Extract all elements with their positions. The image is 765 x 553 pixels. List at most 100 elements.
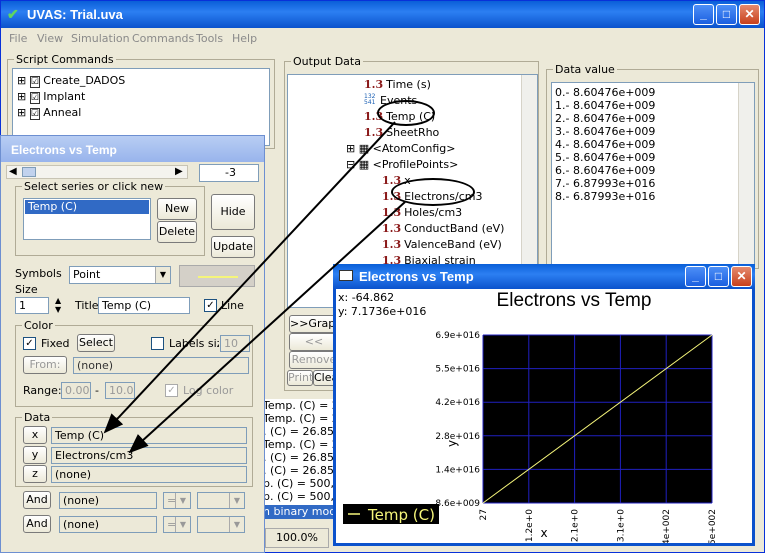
series-item[interactable]: Temp (C) bbox=[25, 200, 149, 214]
data-value-row: 6.- 8.60476e+009 bbox=[555, 164, 656, 177]
line-color-preview[interactable] bbox=[179, 265, 255, 287]
script-item[interactable]: ⊞ ☑ Implant bbox=[17, 90, 86, 104]
x-axis-field[interactable]: Temp (C) bbox=[51, 427, 247, 444]
script-item-label: Implant bbox=[43, 90, 86, 103]
tree-item-conductband[interactable]: 1.3 ConductBand (eV) bbox=[382, 222, 504, 235]
menu-simulation[interactable]: Simulation bbox=[71, 32, 130, 45]
log-line: . (C) = 26.85, E bbox=[263, 451, 339, 464]
size-input[interactable]: 1 bbox=[15, 297, 49, 314]
slider-thumb[interactable] bbox=[22, 167, 36, 177]
log-line: . (C) = 26.85, E bbox=[263, 425, 339, 438]
hide-button[interactable]: Hide bbox=[211, 194, 255, 230]
graph-remove-series-button[interactable]: << Graph bbox=[289, 333, 339, 364]
graph-close-button[interactable]: ✕ bbox=[731, 266, 752, 287]
tree-item-sheetrho[interactable]: 1.3 SheetRho bbox=[364, 126, 439, 139]
fixed-checkbox[interactable]: ✓ bbox=[23, 337, 36, 350]
graph-maximize-button[interactable]: □ bbox=[708, 266, 729, 287]
graph-add-button[interactable]: >>Graph bbox=[289, 315, 342, 333]
x-tick-label: 2.1e+0 bbox=[571, 509, 581, 542]
z-axis-button[interactable]: z bbox=[23, 465, 47, 483]
title-input[interactable]: Temp (C) bbox=[98, 297, 190, 314]
script-item[interactable]: ⊞ ☑ Create_DADOS bbox=[17, 74, 125, 88]
print-button[interactable]: Print bbox=[287, 370, 313, 386]
line-checkbox[interactable]: ✓ bbox=[204, 299, 217, 312]
log-line: p. (C) = 500, Ev bbox=[263, 477, 339, 490]
y-axis-field[interactable]: Electrons/cm3 bbox=[51, 447, 247, 464]
x-axis-label: x bbox=[541, 526, 548, 540]
log-color-checkbox[interactable]: ✓ bbox=[165, 384, 178, 397]
status-zoom: 100.0% bbox=[265, 528, 329, 548]
symbols-select[interactable]: Point ▼ bbox=[69, 266, 171, 284]
menu-commands[interactable]: Commands bbox=[132, 32, 194, 45]
slider-value: -3 bbox=[199, 164, 259, 182]
and-button[interactable]: And bbox=[23, 491, 51, 509]
x-tick-label: 5e+002 bbox=[708, 509, 718, 543]
menu-file[interactable]: File bbox=[9, 32, 27, 45]
numeric-field-icon: 1.3 bbox=[382, 238, 402, 251]
remove-button[interactable]: Remove bbox=[289, 351, 339, 369]
range-max-input[interactable]: 10.0 bbox=[105, 382, 135, 399]
series-slider[interactable]: ◀ ▶ bbox=[6, 165, 188, 179]
and-operator-select[interactable]: = ▼ bbox=[163, 492, 191, 509]
tree-item-atomconfig[interactable]: ⊞ ▦ <AtomConfig> bbox=[346, 142, 455, 155]
and-operator-select[interactable]: = ▼ bbox=[163, 516, 191, 533]
and-field[interactable]: (none) bbox=[59, 492, 157, 509]
chevron-down-icon[interactable]: ▼ bbox=[175, 517, 190, 532]
numeric-field-icon: 1.3 bbox=[382, 206, 402, 219]
menu-view[interactable]: View bbox=[37, 32, 63, 45]
graph-titlebar: Electrons vs Temp _ □ ✕ bbox=[333, 264, 755, 289]
y-axis-button[interactable]: y bbox=[23, 446, 47, 464]
y-axis-label: y bbox=[445, 440, 459, 447]
new-series-button[interactable]: New bbox=[157, 198, 197, 220]
size-spinner-icon[interactable]: ▲ ▼ bbox=[55, 296, 61, 314]
fixed-label: Fixed bbox=[41, 337, 70, 350]
series-list[interactable]: Temp (C) bbox=[23, 198, 151, 240]
table-icon: ▦ bbox=[358, 158, 370, 171]
and-field[interactable]: (none) bbox=[59, 516, 157, 533]
data-value-list: 0.- 8.60476e+009 1.- 8.60476e+009 2.- 8.… bbox=[551, 82, 755, 266]
chevron-left-icon[interactable]: ◀ bbox=[9, 166, 17, 177]
data-value-row: 8.- 6.87993e+016 bbox=[555, 190, 656, 203]
select-color-button[interactable]: Select bbox=[77, 334, 115, 352]
tree-item-valenceband[interactable]: 1.3 ValenceBand (eV) bbox=[382, 238, 502, 251]
maximize-button[interactable]: □ bbox=[716, 4, 737, 25]
data-value-row: 1.- 8.60476e+009 bbox=[555, 99, 656, 112]
from-button[interactable]: From: bbox=[23, 356, 67, 374]
script-item[interactable]: ⊞ ☑ Anneal bbox=[17, 106, 82, 120]
tree-item-label: Time (s) bbox=[386, 78, 431, 91]
chevron-down-icon[interactable]: ▼ bbox=[155, 267, 170, 283]
script-item-label: Anneal bbox=[43, 106, 82, 119]
log-color-label: Log color bbox=[183, 384, 234, 397]
range-min-input[interactable]: 0.00 bbox=[61, 382, 91, 399]
update-button[interactable]: Update bbox=[211, 236, 255, 258]
tree-item-time[interactable]: 1.3 Time (s) bbox=[364, 78, 431, 91]
chevron-down-icon[interactable]: ▼ bbox=[175, 493, 190, 508]
x-axis-button[interactable]: x bbox=[23, 426, 47, 444]
close-button[interactable]: ✕ bbox=[739, 4, 760, 25]
menu-help[interactable]: Help bbox=[232, 32, 257, 45]
y-tick-label: 1.4e+016 bbox=[435, 465, 480, 475]
graph-minimize-button[interactable]: _ bbox=[685, 266, 706, 287]
counter-icon: 132 541 bbox=[364, 93, 376, 106]
and-button[interactable]: And bbox=[23, 515, 51, 533]
chevron-down-icon[interactable]: ▼ bbox=[229, 517, 244, 532]
labels-size-checkbox[interactable] bbox=[151, 337, 164, 350]
menu-tools[interactable]: Tools bbox=[196, 32, 223, 45]
minimize-button[interactable]: _ bbox=[693, 4, 714, 25]
dialog-titlebar: Electrons vs Temp bbox=[1, 136, 264, 162]
data-value-scrollbar[interactable] bbox=[738, 83, 754, 265]
chevron-down-icon[interactable]: ▼ bbox=[229, 493, 244, 508]
tree-item-holes[interactable]: 1.3 Holes/cm3 bbox=[382, 206, 462, 219]
app-logo-icon: ✔ bbox=[7, 6, 19, 22]
delete-series-button[interactable]: Delete bbox=[157, 221, 197, 243]
numeric-field-icon: 1.3 bbox=[382, 222, 402, 235]
and-value-select[interactable]: ▼ bbox=[197, 516, 245, 533]
checkbox-icon: ☑ bbox=[29, 92, 40, 104]
and-value-select[interactable]: ▼ bbox=[197, 492, 245, 509]
chevron-right-icon[interactable]: ▶ bbox=[175, 166, 183, 177]
tree-item-profilepoints[interactable]: ⊟ ▦ <ProfilePoints> bbox=[346, 158, 458, 171]
z-axis-field[interactable]: (none) bbox=[51, 466, 247, 483]
range-label: Range: bbox=[23, 384, 62, 397]
labels-size-input[interactable]: 10 bbox=[220, 335, 250, 352]
from-input[interactable]: (none) bbox=[73, 357, 249, 374]
